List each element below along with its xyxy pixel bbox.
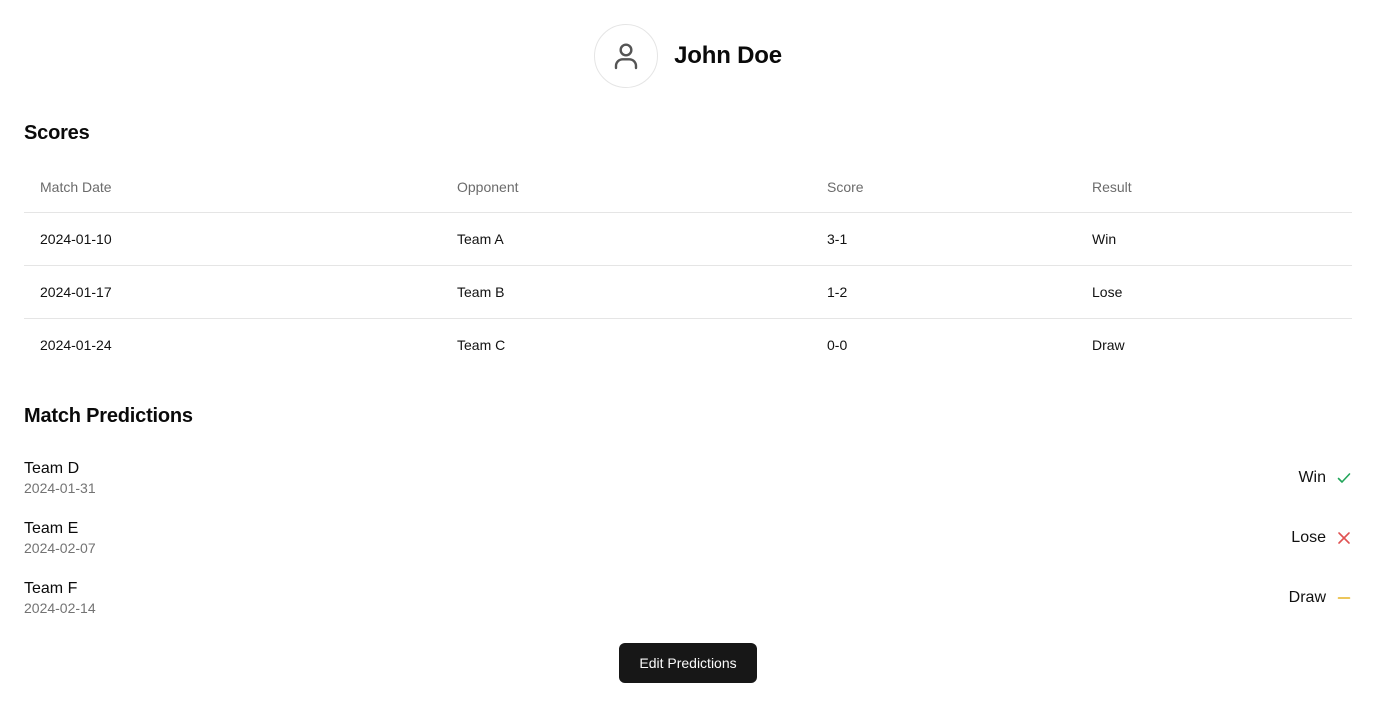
cell-result: Win bbox=[1076, 212, 1352, 266]
check-icon bbox=[1336, 470, 1352, 486]
cell-opponent: Team A bbox=[441, 212, 811, 266]
column-header-opponent: Opponent bbox=[441, 162, 811, 213]
column-header-match-date: Match Date bbox=[24, 162, 441, 213]
column-header-score: Score bbox=[811, 162, 1076, 213]
prediction-team: Team D bbox=[24, 460, 80, 477]
x-icon bbox=[1336, 530, 1352, 546]
prediction-team: Team E bbox=[24, 520, 79, 537]
prediction-date: 2024-02-07 bbox=[24, 540, 96, 556]
profile-header: John Doe bbox=[0, 24, 1376, 88]
prediction-team: Team F bbox=[24, 580, 78, 597]
cell-score: 0-0 bbox=[827, 336, 848, 353]
cell-match-date: 2024-01-17 bbox=[24, 265, 441, 319]
profile-name: John Doe bbox=[674, 42, 782, 69]
user-icon bbox=[614, 43, 638, 70]
column-header-result: Result bbox=[1076, 162, 1352, 213]
predictions-title: Match Predictions bbox=[24, 405, 193, 427]
minus-icon bbox=[1336, 590, 1352, 606]
scores-title: Scores bbox=[24, 122, 90, 144]
scores-table: Match Date Opponent Score Result 2024-01… bbox=[24, 162, 1352, 371]
cell-match-date: 2024-01-10 bbox=[24, 212, 441, 266]
list-item: Team D 2024-01-31 Win bbox=[24, 448, 1352, 508]
cell-match-date: 2024-01-24 bbox=[40, 336, 112, 353]
table-header-row: Match Date Opponent Score Result bbox=[24, 162, 1352, 213]
cell-opponent: Team C bbox=[457, 336, 506, 353]
prediction-result: Lose bbox=[1291, 529, 1326, 546]
profile-page: John Doe Scores Match Date Opponent Scor… bbox=[0, 0, 1376, 707]
cell-opponent: Team B bbox=[441, 265, 811, 319]
cell-score: 1-2 bbox=[811, 265, 1076, 319]
cell-result: Draw bbox=[1092, 336, 1125, 353]
prediction-date: 2024-02-14 bbox=[24, 600, 96, 616]
list-item: Team E 2024-02-07 Lose bbox=[24, 508, 1352, 568]
cell-result: Lose bbox=[1076, 265, 1352, 319]
list-item: Team F 2024-02-14 Draw bbox=[24, 568, 1352, 628]
predictions-list: Team D 2024-01-31 Win Team E 2024-02-07 … bbox=[24, 448, 1352, 628]
table-row: 2024-01-10 Team A 3-1 Win bbox=[24, 212, 1352, 266]
table-row: 2024-01-24 Team C 0-0 Draw bbox=[24, 318, 1352, 371]
cell-score: 3-1 bbox=[811, 212, 1076, 266]
avatar bbox=[594, 24, 659, 88]
table-row: 2024-01-17 Team B 1-2 Lose bbox=[24, 265, 1352, 319]
prediction-result: Win bbox=[1298, 469, 1326, 486]
prediction-date: 2024-01-31 bbox=[24, 480, 96, 496]
prediction-result: Draw bbox=[1288, 589, 1326, 606]
edit-predictions-button[interactable]: Edit Predictions bbox=[619, 643, 757, 683]
